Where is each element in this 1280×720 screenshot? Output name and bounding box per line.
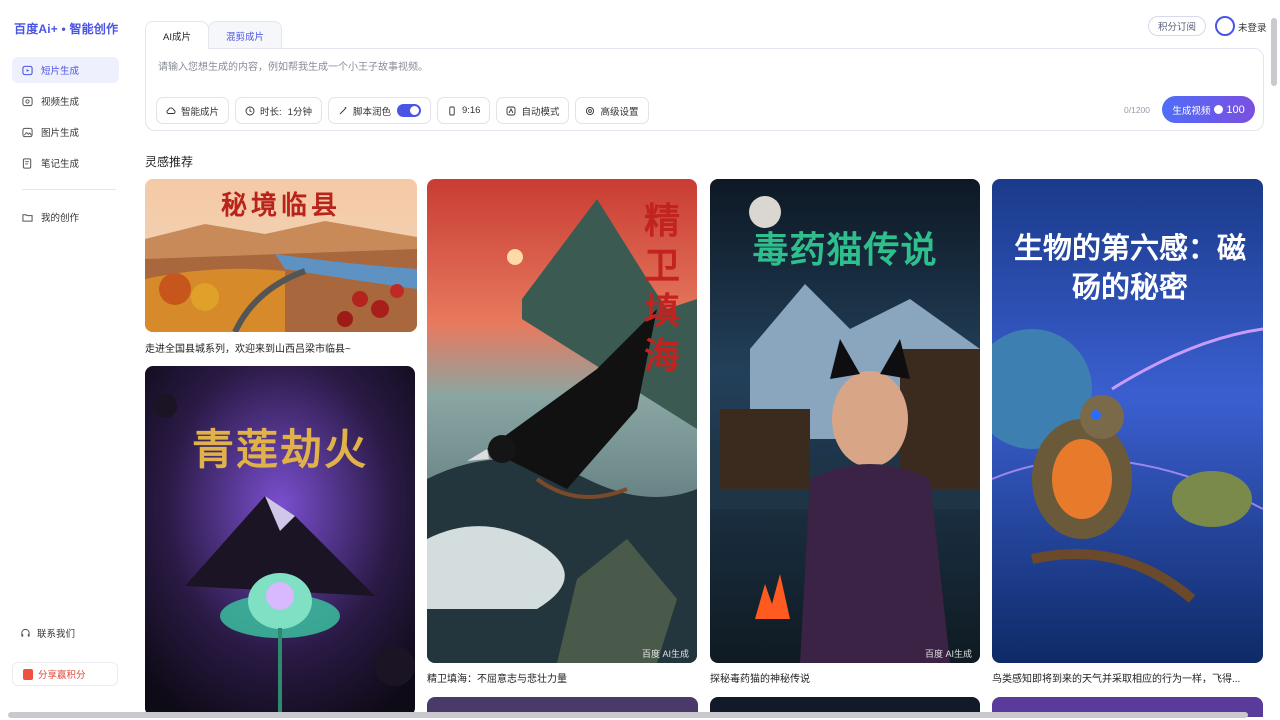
card-image-title: 精卫填海 <box>643 200 680 377</box>
script-polish-label: 脚本润色 <box>352 106 391 118</box>
vertical-scrollbar[interactable] <box>1271 18 1277 86</box>
duration-label: 时长: <box>260 106 282 118</box>
script-polish-toggle[interactable] <box>396 104 421 117</box>
card-caption[interactable]: 走进全国县城系列，欢迎来到山西吕梁市临县~ <box>145 340 417 355</box>
card-image-title: 毒药猫传说 <box>752 229 938 271</box>
video-icon <box>22 96 33 106</box>
sidebar-item-note[interactable]: 笔记生成 <box>12 150 119 176</box>
gear-icon <box>586 106 595 115</box>
card-image-lotus-fire[interactable]: 青莲劫火 <box>145 366 415 716</box>
sidebar-item-label: 我的创作 <box>41 213 80 224</box>
ai-watermark: 百度 AI生成 <box>641 649 689 659</box>
generate-label: 生成视频 <box>1172 105 1211 117</box>
sidebar-item-label: 短片生成 <box>41 66 80 77</box>
prompt-composer: 请输入您想生成的内容，例如帮我生成一个小王子故事视频。 智能成片 时长: 1分钟… <box>145 48 1264 131</box>
duration-chip[interactable]: 时长: 1分钟 <box>235 97 322 124</box>
magic-wand-icon <box>339 106 347 114</box>
brand-logo[interactable]: 百度Ai+ • 智能创作 <box>14 20 118 37</box>
points-coin-icon <box>1214 105 1224 114</box>
card-image-poison-cat[interactable]: 毒药猫传说 百度 AI生成 <box>710 179 980 663</box>
sidebar-item-my-works[interactable]: 我的创作 <box>12 204 119 230</box>
smart-film-chip[interactable]: 智能成片 <box>156 97 230 124</box>
tab-mix-film[interactable]: 混剪成片 <box>208 21 282 49</box>
inspiration-title: 灵感推荐 <box>145 155 194 169</box>
sidebar-item-image[interactable]: 图片生成 <box>12 119 119 145</box>
gift-icon <box>23 668 33 680</box>
avatar[interactable] <box>1215 16 1235 36</box>
sidebar-item-label: 视频生成 <box>41 97 80 108</box>
points-subscribe-button[interactable]: 积分订阅 <box>1148 16 1206 36</box>
card-image-title: 生物的第六感：磁砀的秘密 <box>1013 231 1246 305</box>
card-image-title: 青莲劫火 <box>191 425 368 474</box>
share-label: 分享赢积分 <box>38 670 86 681</box>
clock-icon <box>245 106 255 115</box>
card-image-sixth-sense[interactable]: 生物的第六感：磁砀的秘密 <box>992 179 1263 663</box>
card-image-jingwei[interactable]: 精卫填海 百度 AI生成 <box>427 179 697 663</box>
duration-value: 1分钟 <box>287 106 312 118</box>
card-image-lin-county[interactable]: 秘境临县 <box>145 179 417 332</box>
ai-watermark: 百度 AI生成 <box>924 649 972 659</box>
contact-us-link[interactable]: 联系我们 <box>20 626 75 640</box>
generate-cost: 100 <box>1226 103 1245 116</box>
prompt-input[interactable]: 请输入您想生成的内容，例如帮我生成一个小王子故事视频。 <box>158 58 428 73</box>
aspect-ratio-label: 9:16 <box>461 105 481 116</box>
contact-us-label: 联系我们 <box>37 629 76 640</box>
advanced-settings-label: 高级设置 <box>600 106 639 118</box>
sidebar-item-short-film[interactable]: 短片生成 <box>12 57 119 83</box>
sidebar-item-label: 图片生成 <box>41 128 80 139</box>
tab-ai-film[interactable]: AI成片 <box>145 21 209 49</box>
advanced-settings-chip[interactable]: 高级设置 <box>575 97 649 124</box>
smart-film-label: 智能成片 <box>181 106 220 118</box>
composer-tabs: AI成片 混剪成片 <box>145 21 282 49</box>
auto-mode-label: 自动模式 <box>521 106 560 118</box>
sidebar-divider <box>22 189 116 190</box>
option-chips: 智能成片 时长: 1分钟 脚本润色 9:16 自动模式 高级设置 <box>156 97 649 124</box>
card-caption[interactable]: 精卫填海：不屈意志与悲壮力量 <box>427 670 697 685</box>
generate-video-button[interactable]: 生成视频 100 <box>1162 96 1255 123</box>
aspect-ratio-chip[interactable]: 9:16 <box>436 97 491 124</box>
login-status[interactable]: 未登录 <box>1238 20 1267 34</box>
sidebar: 百度Ai+ • 智能创作 短片生成 视频生成 图片生成 笔记生成 我的创作 联系… <box>0 0 128 720</box>
film-icon <box>22 65 33 75</box>
card-caption[interactable]: 探秘毒药猫的神秘传说 <box>710 670 980 685</box>
phone-icon <box>449 106 455 115</box>
horizontal-scrollbar[interactable] <box>8 712 1248 718</box>
script-polish-chip[interactable]: 脚本润色 <box>327 97 431 124</box>
folder-icon <box>22 213 33 222</box>
note-icon <box>22 157 32 169</box>
auto-mode-chip[interactable]: 自动模式 <box>496 97 570 124</box>
card-image-title: 秘境临县 <box>220 191 341 221</box>
auto-mode-icon <box>507 106 516 115</box>
image-icon <box>22 127 33 137</box>
sidebar-item-label: 笔记生成 <box>41 159 80 170</box>
sidebar-item-video[interactable]: 视频生成 <box>12 88 119 114</box>
headset-icon <box>21 628 30 637</box>
card-caption[interactable]: 鸟类感知即将到来的天气并采取相应的行为一样，飞得... <box>992 670 1262 685</box>
char-counter: 0/1200 <box>1124 105 1150 115</box>
sparkle-cloud-icon <box>166 106 176 114</box>
share-for-points-button[interactable]: 分享赢积分 <box>12 662 118 686</box>
